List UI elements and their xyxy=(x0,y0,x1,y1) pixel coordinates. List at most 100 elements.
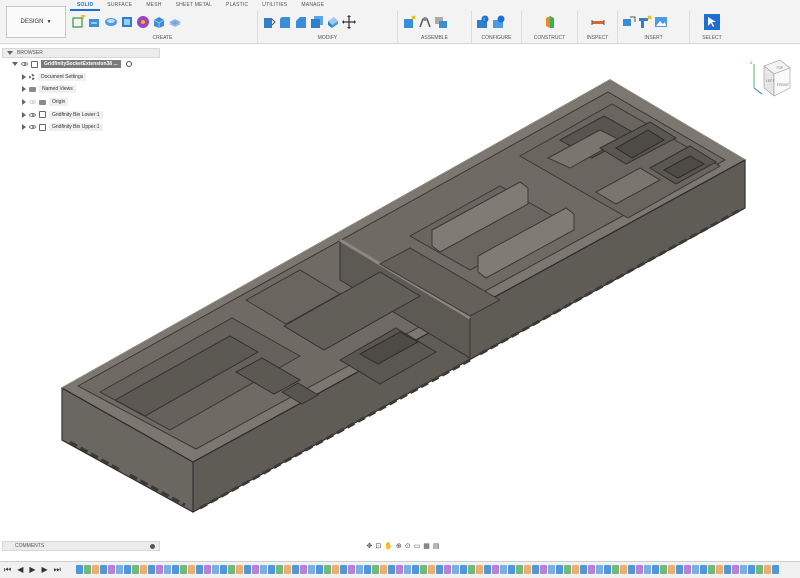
insert-group-label[interactable]: INSERT xyxy=(618,35,689,41)
pan-icon[interactable]: ✋ xyxy=(384,542,393,550)
extrude-icon[interactable] xyxy=(104,15,118,29)
timeline-feature[interactable] xyxy=(548,565,555,574)
parameters-icon[interactable] xyxy=(492,15,506,29)
timeline-feature[interactable] xyxy=(340,565,347,574)
assemble-group-label[interactable]: ASSEMBLE xyxy=(398,35,471,41)
timeline-feature[interactable] xyxy=(108,565,115,574)
construct-group-label[interactable]: CONSTRUCT xyxy=(522,35,577,41)
collapse-icon[interactable] xyxy=(7,51,13,55)
timeline-feature[interactable] xyxy=(228,565,235,574)
timeline-feature[interactable] xyxy=(164,565,171,574)
chamfer-icon[interactable] xyxy=(294,15,308,29)
timeline-feature[interactable] xyxy=(204,565,211,574)
timeline-feature[interactable] xyxy=(732,565,739,574)
tab-utilities[interactable]: UTILITIES xyxy=(255,0,294,11)
timeline-feature[interactable] xyxy=(156,565,163,574)
timeline-feature[interactable] xyxy=(484,565,491,574)
timeline-feature[interactable] xyxy=(124,565,131,574)
timeline-feature[interactable] xyxy=(580,565,587,574)
timeline-feature[interactable] xyxy=(748,565,755,574)
timeline-feature[interactable] xyxy=(660,565,667,574)
timeline-feature[interactable] xyxy=(180,565,187,574)
inspect-group-label[interactable]: INSPECT xyxy=(578,35,617,41)
tab-plastic[interactable]: PLASTIC xyxy=(219,0,255,11)
browser-header[interactable]: BROWSER xyxy=(2,48,160,58)
expand-icon[interactable] xyxy=(22,73,26,80)
timeline-feature[interactable] xyxy=(644,565,651,574)
timeline-feature[interactable] xyxy=(452,565,459,574)
timeline-feature[interactable] xyxy=(364,565,371,574)
visibility-icon[interactable] xyxy=(29,100,36,105)
timeline-feature[interactable] xyxy=(300,565,307,574)
timeline-feature[interactable] xyxy=(612,565,619,574)
comments-panel[interactable]: COMMENTS xyxy=(2,541,160,551)
visibility-icon[interactable] xyxy=(29,112,36,117)
expand-icon[interactable] xyxy=(22,124,26,131)
timeline-feature[interactable] xyxy=(100,565,107,574)
timeline-feature[interactable] xyxy=(620,565,627,574)
timeline-feature[interactable] xyxy=(188,565,195,574)
timeline-feature[interactable] xyxy=(436,565,443,574)
step-back-icon[interactable]: ◀ xyxy=(17,565,23,575)
timeline-feature[interactable] xyxy=(276,565,283,574)
timeline-feature[interactable] xyxy=(348,565,355,574)
timeline-feature[interactable] xyxy=(516,565,523,574)
timeline-feature[interactable] xyxy=(668,565,675,574)
timeline-feature[interactable] xyxy=(284,565,291,574)
timeline-feature[interactable] xyxy=(764,565,771,574)
timeline-feature[interactable] xyxy=(268,565,275,574)
configure-group-label[interactable]: CONFIGURE xyxy=(472,35,521,41)
timeline-feature[interactable] xyxy=(684,565,691,574)
tree-item-origin[interactable]: Origin xyxy=(2,96,160,109)
timeline-feature[interactable] xyxy=(444,565,451,574)
select-group-label[interactable]: SELECT xyxy=(690,35,734,41)
visibility-icon[interactable] xyxy=(29,125,36,130)
timeline-feature[interactable] xyxy=(740,565,747,574)
timeline-feature[interactable] xyxy=(132,565,139,574)
configure-icon[interactable]: i xyxy=(476,15,490,29)
timeline-feature[interactable] xyxy=(540,565,547,574)
timeline-feature[interactable] xyxy=(468,565,475,574)
timeline-feature[interactable] xyxy=(260,565,267,574)
timeline-feature[interactable] xyxy=(556,565,563,574)
timeline-feature[interactable] xyxy=(476,565,483,574)
display-settings-icon[interactable]: ▭ xyxy=(414,542,421,550)
timeline-track[interactable] xyxy=(76,565,796,575)
timeline-feature[interactable] xyxy=(324,565,331,574)
timeline-feature[interactable] xyxy=(572,565,579,574)
tab-solid[interactable]: SOLID xyxy=(70,0,101,11)
add-comment-icon[interactable] xyxy=(150,543,155,549)
orbit-icon[interactable]: ✥ xyxy=(366,542,372,550)
viewports-icon[interactable]: ▤ xyxy=(433,542,440,550)
timeline-feature[interactable] xyxy=(372,565,379,574)
tab-mesh[interactable]: MESH xyxy=(139,0,168,11)
shell-icon[interactable] xyxy=(310,15,324,29)
timeline-feature[interactable] xyxy=(252,565,259,574)
timeline-feature[interactable] xyxy=(564,565,571,574)
timeline-feature[interactable] xyxy=(492,565,499,574)
timeline-feature[interactable] xyxy=(428,565,435,574)
timeline-feature[interactable] xyxy=(292,565,299,574)
timeline-feature[interactable] xyxy=(628,565,635,574)
timeline-feature[interactable] xyxy=(708,565,715,574)
timeline-feature[interactable] xyxy=(316,565,323,574)
timeline-feature[interactable] xyxy=(460,565,467,574)
tree-item-bin-upper[interactable]: Gridfinity Bin Upper:1 xyxy=(2,121,160,134)
timeline-feature[interactable] xyxy=(140,565,147,574)
step-forward-icon[interactable]: ▶ xyxy=(42,565,48,575)
viewcube-icon[interactable]: TOP LEFT FRONT Z xyxy=(746,56,792,106)
measure-icon[interactable] xyxy=(591,15,605,29)
timeline-feature[interactable] xyxy=(524,565,531,574)
timeline-feature[interactable] xyxy=(388,565,395,574)
play-icon[interactable]: ▶ xyxy=(29,565,35,575)
activate-radio-icon[interactable] xyxy=(125,61,132,68)
expand-icon[interactable] xyxy=(22,86,26,93)
sketch-icon[interactable] xyxy=(88,15,102,29)
timeline-feature[interactable] xyxy=(92,565,99,574)
select-icon[interactable] xyxy=(704,14,720,30)
timeline-feature[interactable] xyxy=(676,565,683,574)
combine-icon[interactable] xyxy=(326,15,340,29)
revolve-icon[interactable] xyxy=(120,15,134,29)
tree-item-document-settings[interactable]: Document Settings xyxy=(2,71,160,84)
timeline-feature[interactable] xyxy=(196,565,203,574)
